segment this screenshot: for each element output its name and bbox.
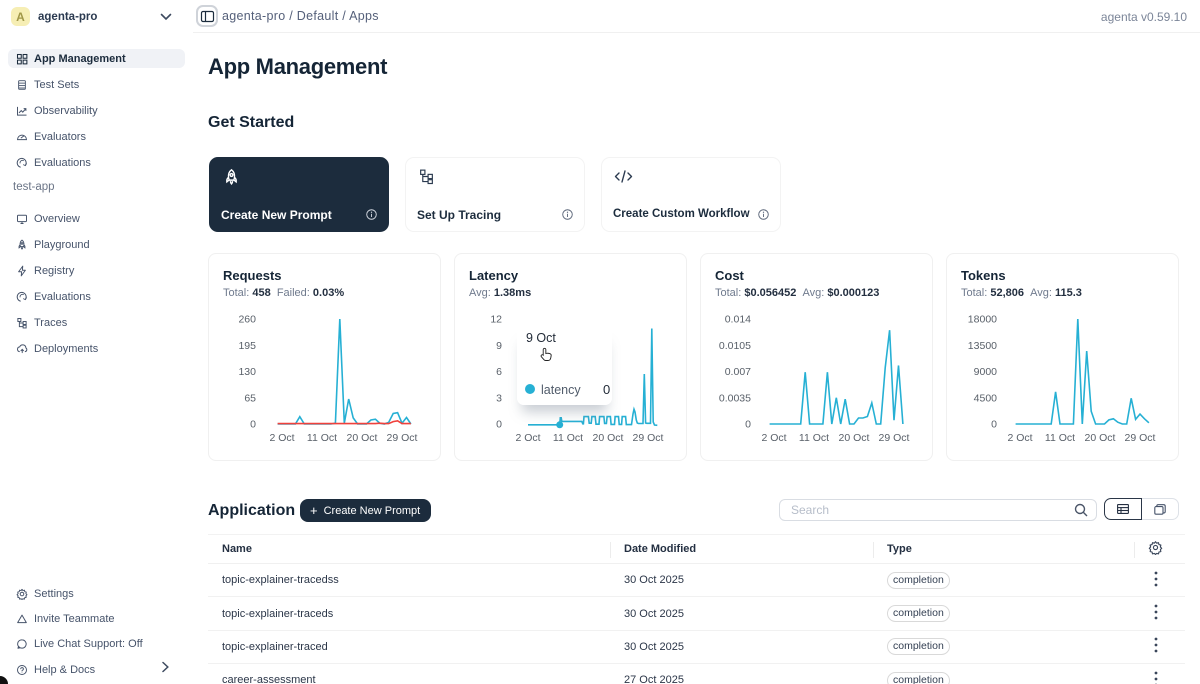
svg-text:29 Oct: 29 Oct bbox=[387, 432, 418, 444]
svg-text:9000: 9000 bbox=[974, 366, 998, 378]
svg-text:0: 0 bbox=[745, 419, 751, 431]
svg-text:0.0105: 0.0105 bbox=[719, 340, 751, 352]
svg-text:2 Oct: 2 Oct bbox=[1007, 432, 1032, 444]
svg-text:20 Oct: 20 Oct bbox=[1085, 432, 1116, 444]
svg-text:2 Oct: 2 Oct bbox=[515, 432, 540, 444]
svg-text:18000: 18000 bbox=[968, 314, 997, 326]
svg-text:0.007: 0.007 bbox=[725, 366, 751, 378]
svg-text:11 Oct: 11 Oct bbox=[553, 432, 583, 444]
svg-text:11 Oct: 11 Oct bbox=[307, 432, 337, 444]
svg-text:29 Oct: 29 Oct bbox=[879, 432, 910, 444]
svg-text:3: 3 bbox=[496, 392, 502, 404]
svg-text:6: 6 bbox=[496, 366, 502, 378]
svg-text:29 Oct: 29 Oct bbox=[633, 432, 664, 444]
svg-text:29 Oct: 29 Oct bbox=[1125, 432, 1156, 444]
svg-text:2 Oct: 2 Oct bbox=[761, 432, 786, 444]
svg-text:0: 0 bbox=[496, 419, 502, 431]
svg-text:65: 65 bbox=[244, 392, 256, 404]
svg-text:195: 195 bbox=[238, 340, 256, 352]
svg-text:4500: 4500 bbox=[974, 392, 998, 404]
svg-text:11 Oct: 11 Oct bbox=[799, 432, 829, 444]
svg-text:0: 0 bbox=[250, 419, 256, 431]
svg-text:260: 260 bbox=[238, 314, 256, 326]
svg-text:130: 130 bbox=[238, 366, 256, 378]
svg-text:12: 12 bbox=[490, 314, 502, 326]
svg-text:13500: 13500 bbox=[968, 340, 997, 352]
svg-text:20 Oct: 20 Oct bbox=[347, 432, 378, 444]
svg-text:11 Oct: 11 Oct bbox=[1045, 432, 1075, 444]
svg-text:9: 9 bbox=[496, 340, 502, 352]
svg-text:0: 0 bbox=[991, 419, 997, 431]
svg-text:20 Oct: 20 Oct bbox=[839, 432, 870, 444]
svg-text:2 Oct: 2 Oct bbox=[269, 432, 294, 444]
svg-text:20 Oct: 20 Oct bbox=[593, 432, 624, 444]
svg-text:0.014: 0.014 bbox=[725, 314, 751, 326]
svg-text:0.0035: 0.0035 bbox=[719, 392, 751, 404]
